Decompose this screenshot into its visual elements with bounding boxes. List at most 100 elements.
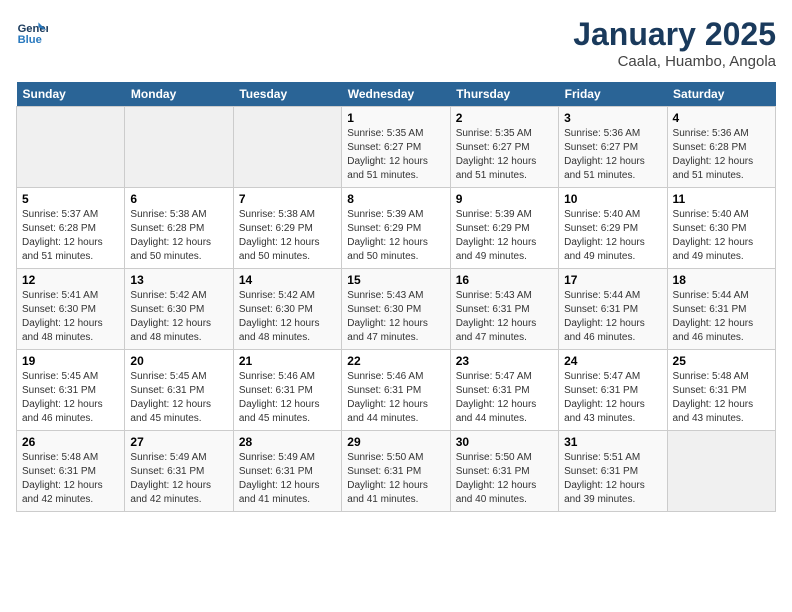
day-info: Sunrise: 5:36 AM Sunset: 6:28 PM Dayligh… xyxy=(673,127,770,183)
day-info: Sunrise: 5:39 AM Sunset: 6:29 PM Dayligh… xyxy=(456,208,553,264)
calendar-cell: 31 Sunrise: 5:51 AM Sunset: 6:31 PM Dayli… xyxy=(559,431,667,512)
day-info: Sunrise: 5:50 AM Sunset: 6:31 PM Dayligh… xyxy=(456,451,553,507)
calendar-week-row: 1 Sunrise: 5:35 AM Sunset: 6:27 PM Daylig… xyxy=(17,107,776,188)
calendar-cell: 9 Sunrise: 5:39 AM Sunset: 6:29 PM Daylig… xyxy=(450,188,558,269)
calendar-cell: 15 Sunrise: 5:43 AM Sunset: 6:30 PM Dayli… xyxy=(342,269,450,350)
day-number: 13 xyxy=(130,273,227,287)
calendar-cell: 14 Sunrise: 5:42 AM Sunset: 6:30 PM Dayli… xyxy=(233,269,341,350)
day-number: 20 xyxy=(130,354,227,368)
weekday-header-monday: Monday xyxy=(125,82,233,107)
day-info: Sunrise: 5:46 AM Sunset: 6:31 PM Dayligh… xyxy=(347,370,444,426)
calendar-cell xyxy=(667,431,775,512)
day-info: Sunrise: 5:37 AM Sunset: 6:28 PM Dayligh… xyxy=(22,208,119,264)
calendar-cell: 29Sunrise: 5:50 AM Sunset: 6:31 PM Dayli… xyxy=(342,431,450,512)
day-info: Sunrise: 5:41 AM Sunset: 6:30 PM Dayligh… xyxy=(22,289,119,345)
calendar-cell: 25Sunrise: 5:48 AM Sunset: 6:31 PM Dayli… xyxy=(667,350,775,431)
day-number: 22 xyxy=(347,354,444,368)
day-info: Sunrise: 5:51 AM Sunset: 6:31 PM Dayligh… xyxy=(564,451,661,507)
day-info: Sunrise: 5:38 AM Sunset: 6:28 PM Dayligh… xyxy=(130,208,227,264)
calendar-week-row: 5 Sunrise: 5:37 AM Sunset: 6:28 PM Daylig… xyxy=(17,188,776,269)
calendar-cell: 5 Sunrise: 5:37 AM Sunset: 6:28 PM Daylig… xyxy=(17,188,125,269)
weekday-header-friday: Friday xyxy=(559,82,667,107)
day-info: Sunrise: 5:38 AM Sunset: 6:29 PM Dayligh… xyxy=(239,208,336,264)
svg-text:Blue: Blue xyxy=(18,34,42,46)
day-number: 9 xyxy=(456,192,553,206)
calendar-week-row: 19 Sunrise: 5:45 AM Sunset: 6:31 PM Dayli… xyxy=(17,350,776,431)
calendar-cell xyxy=(233,107,341,188)
calendar-week-row: 12 Sunrise: 5:41 AM Sunset: 6:30 PM Dayli… xyxy=(17,269,776,350)
day-number: 17 xyxy=(564,273,661,287)
calendar-cell: 24Sunrise: 5:47 AM Sunset: 6:31 PM Dayli… xyxy=(559,350,667,431)
calendar-cell: 22 Sunrise: 5:46 AM Sunset: 6:31 PM Dayli… xyxy=(342,350,450,431)
calendar-cell: 20Sunrise: 5:45 AM Sunset: 6:31 PM Dayli… xyxy=(125,350,233,431)
day-number: 24 xyxy=(564,354,661,368)
day-info: Sunrise: 5:42 AM Sunset: 6:30 PM Dayligh… xyxy=(239,289,336,345)
day-number: 5 xyxy=(22,192,119,206)
day-number: 28 xyxy=(239,435,336,449)
calendar-cell: 27 Sunrise: 5:49 AM Sunset: 6:31 PM Dayli… xyxy=(125,431,233,512)
day-number: 16 xyxy=(456,273,553,287)
day-number: 7 xyxy=(239,192,336,206)
calendar-cell: 17Sunrise: 5:44 AM Sunset: 6:31 PM Dayli… xyxy=(559,269,667,350)
day-number: 10 xyxy=(564,192,661,206)
calendar-cell: 26 Sunrise: 5:48 AM Sunset: 6:31 PM Dayli… xyxy=(17,431,125,512)
weekday-header-tuesday: Tuesday xyxy=(233,82,341,107)
weekday-header-saturday: Saturday xyxy=(667,82,775,107)
day-info: Sunrise: 5:35 AM Sunset: 6:27 PM Dayligh… xyxy=(456,127,553,183)
calendar-table: SundayMondayTuesdayWednesdayThursdayFrid… xyxy=(16,82,776,512)
day-number: 29 xyxy=(347,435,444,449)
weekday-header-sunday: Sunday xyxy=(17,82,125,107)
weekday-header-row: SundayMondayTuesdayWednesdayThursdayFrid… xyxy=(17,82,776,107)
day-info: Sunrise: 5:43 AM Sunset: 6:31 PM Dayligh… xyxy=(456,289,553,345)
day-number: 3 xyxy=(564,111,661,125)
day-number: 27 xyxy=(130,435,227,449)
day-number: 25 xyxy=(673,354,770,368)
day-number: 30 xyxy=(456,435,553,449)
day-info: Sunrise: 5:49 AM Sunset: 6:31 PM Dayligh… xyxy=(239,451,336,507)
calendar-cell: 18Sunrise: 5:44 AM Sunset: 6:31 PM Dayli… xyxy=(667,269,775,350)
calendar-cell: 23 Sunrise: 5:47 AM Sunset: 6:31 PM Dayli… xyxy=(450,350,558,431)
page-header: General Blue January 2025 Caala, Huambo,… xyxy=(16,16,776,70)
day-number: 19 xyxy=(22,354,119,368)
day-number: 31 xyxy=(564,435,661,449)
day-info: Sunrise: 5:45 AM Sunset: 6:31 PM Dayligh… xyxy=(22,370,119,426)
calendar-cell: 28 Sunrise: 5:49 AM Sunset: 6:31 PM Dayli… xyxy=(233,431,341,512)
day-number: 1 xyxy=(347,111,444,125)
logo-icon: General Blue xyxy=(16,16,48,48)
calendar-cell: 19 Sunrise: 5:45 AM Sunset: 6:31 PM Dayli… xyxy=(17,350,125,431)
day-number: 12 xyxy=(22,273,119,287)
day-info: Sunrise: 5:44 AM Sunset: 6:31 PM Dayligh… xyxy=(673,289,770,345)
day-info: Sunrise: 5:49 AM Sunset: 6:31 PM Dayligh… xyxy=(130,451,227,507)
calendar-cell: 11 Sunrise: 5:40 AM Sunset: 6:30 PM Dayli… xyxy=(667,188,775,269)
day-number: 21 xyxy=(239,354,336,368)
weekday-header-thursday: Thursday xyxy=(450,82,558,107)
day-info: Sunrise: 5:48 AM Sunset: 6:31 PM Dayligh… xyxy=(22,451,119,507)
calendar-cell: 6 Sunrise: 5:38 AM Sunset: 6:28 PM Daylig… xyxy=(125,188,233,269)
calendar-subtitle: Caala, Huambo, Angola xyxy=(573,53,776,70)
day-info: Sunrise: 5:35 AM Sunset: 6:27 PM Dayligh… xyxy=(347,127,444,183)
calendar-cell xyxy=(17,107,125,188)
day-number: 6 xyxy=(130,192,227,206)
calendar-cell: 7 Sunrise: 5:38 AM Sunset: 6:29 PM Daylig… xyxy=(233,188,341,269)
calendar-cell: 30 Sunrise: 5:50 AM Sunset: 6:31 PM Dayli… xyxy=(450,431,558,512)
day-number: 8 xyxy=(347,192,444,206)
calendar-cell: 21Sunrise: 5:46 AM Sunset: 6:31 PM Dayli… xyxy=(233,350,341,431)
day-info: Sunrise: 5:40 AM Sunset: 6:30 PM Dayligh… xyxy=(673,208,770,264)
day-number: 23 xyxy=(456,354,553,368)
day-number: 26 xyxy=(22,435,119,449)
calendar-cell: 8Sunrise: 5:39 AM Sunset: 6:29 PM Daylig… xyxy=(342,188,450,269)
day-number: 15 xyxy=(347,273,444,287)
day-number: 11 xyxy=(673,192,770,206)
calendar-title: January 2025 xyxy=(573,16,776,53)
calendar-cell: 4Sunrise: 5:36 AM Sunset: 6:28 PM Daylig… xyxy=(667,107,775,188)
calendar-cell: 10Sunrise: 5:40 AM Sunset: 6:29 PM Dayli… xyxy=(559,188,667,269)
weekday-header-wednesday: Wednesday xyxy=(342,82,450,107)
calendar-cell: 13 Sunrise: 5:42 AM Sunset: 6:30 PM Dayli… xyxy=(125,269,233,350)
day-info: Sunrise: 5:42 AM Sunset: 6:30 PM Dayligh… xyxy=(130,289,227,345)
day-info: Sunrise: 5:36 AM Sunset: 6:27 PM Dayligh… xyxy=(564,127,661,183)
calendar-cell: 16 Sunrise: 5:43 AM Sunset: 6:31 PM Dayli… xyxy=(450,269,558,350)
calendar-cell: 3 Sunrise: 5:36 AM Sunset: 6:27 PM Daylig… xyxy=(559,107,667,188)
day-info: Sunrise: 5:43 AM Sunset: 6:30 PM Dayligh… xyxy=(347,289,444,345)
day-number: 14 xyxy=(239,273,336,287)
day-info: Sunrise: 5:47 AM Sunset: 6:31 PM Dayligh… xyxy=(456,370,553,426)
